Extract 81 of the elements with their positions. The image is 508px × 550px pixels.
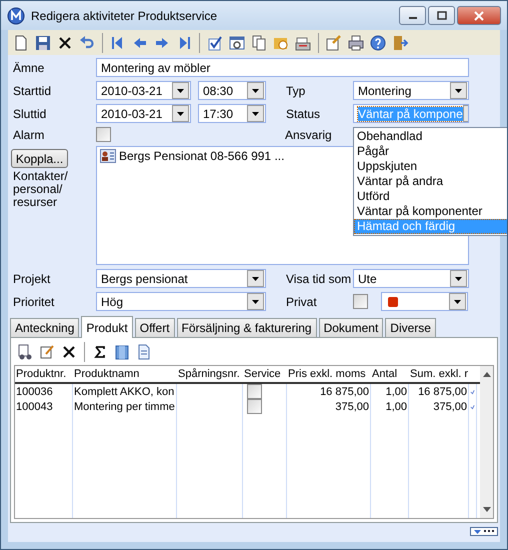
tab[interactable]: Diverse xyxy=(385,318,436,337)
field-label: Starttid xyxy=(13,84,52,98)
exit-door-icon[interactable] xyxy=(391,34,409,52)
project-dropdown[interactable]: Bergs pensionat xyxy=(96,269,266,288)
dropdown-option[interactable]: Obehandlad xyxy=(354,129,507,144)
table-cell: Montering per timme xyxy=(73,399,177,414)
tab[interactable]: Dokument xyxy=(318,318,384,337)
expand-more-icon[interactable] xyxy=(470,526,498,536)
column-header[interactable]: Service xyxy=(243,368,287,380)
column-header[interactable]: Pris exkl. moms xyxy=(287,368,371,380)
window-title: Redigera aktiviteter Produktservice xyxy=(31,8,218,22)
table-cell: Komplett AKKO, kon xyxy=(73,384,177,399)
copy-icon[interactable] xyxy=(250,34,268,52)
field-label: Typ xyxy=(286,84,306,98)
maximize-icon xyxy=(436,10,448,20)
table-cell: 375,00 xyxy=(409,399,469,414)
show-time-as-dropdown[interactable]: Ute xyxy=(353,269,469,288)
field-label: Ansvarig xyxy=(285,128,333,142)
contact-card-icon xyxy=(100,149,116,163)
maximize-button[interactable] xyxy=(428,6,455,25)
service-checkbox[interactable] xyxy=(247,384,262,399)
column-header[interactable]: Produktnamn xyxy=(73,368,177,380)
priority-dropdown[interactable]: Hög xyxy=(96,292,266,311)
checkmark-icon[interactable] xyxy=(206,34,224,52)
contact-item[interactable]: Bergs Pensionat 08-566 991 ... xyxy=(119,149,284,163)
binder-icon[interactable] xyxy=(113,343,131,361)
close-icon xyxy=(473,10,485,20)
column-header[interactable]: Spårningsnr. xyxy=(177,368,243,380)
field-label: Status xyxy=(286,106,322,120)
scroll-up-icon[interactable] xyxy=(482,372,490,377)
category-color-dropdown[interactable] xyxy=(381,292,468,311)
field-label: Projekt xyxy=(13,272,52,286)
table-cell: 100043 xyxy=(15,399,73,414)
column-header[interactable]: Produktnr. xyxy=(15,368,73,380)
end-date-field[interactable]: 2010-03-21 xyxy=(96,104,191,123)
dropdown-option[interactable]: Väntar på andra xyxy=(354,174,507,189)
field-label: Sluttid xyxy=(13,106,48,120)
minimize-button[interactable] xyxy=(399,6,426,25)
table-cell: 1,00 xyxy=(371,384,409,399)
column-header[interactable]: Sum. exkl. r xyxy=(409,368,469,380)
calendar-search-icon[interactable] xyxy=(228,34,246,52)
start-time-field[interactable]: 08:30 xyxy=(198,81,266,100)
field-label: Privat xyxy=(286,294,318,308)
field-label: Alarm xyxy=(13,128,46,142)
private-checkbox[interactable] xyxy=(353,294,368,309)
close-button[interactable] xyxy=(457,6,501,25)
scrollbar[interactable] xyxy=(480,366,493,518)
checkmark-icon xyxy=(470,388,475,394)
table-cell: 16 875,00 xyxy=(287,384,371,399)
help-icon[interactable] xyxy=(369,34,387,52)
dropdown-option[interactable]: Väntar på komponenter xyxy=(354,204,507,219)
service-checkbox[interactable] xyxy=(247,399,262,414)
dropdown-option[interactable]: Pågår xyxy=(354,144,507,159)
properties-icon[interactable] xyxy=(325,34,343,52)
tab[interactable]: Produkt xyxy=(81,316,133,338)
end-time-field[interactable]: 17:30 xyxy=(198,104,266,123)
field-label: Kontakter/ personal/ resurser xyxy=(13,170,69,209)
app-logo-icon xyxy=(7,6,25,24)
field-label: Ämne xyxy=(13,60,46,74)
edit-icon[interactable] xyxy=(38,343,56,361)
scroll-down-icon[interactable] xyxy=(482,507,490,512)
checkmark-icon xyxy=(470,404,475,410)
connect-button[interactable]: Koppla... xyxy=(11,149,68,168)
subject-field[interactable]: Montering av möbler xyxy=(96,58,469,77)
start-date-field[interactable]: 2010-03-21 xyxy=(96,81,191,100)
tab[interactable]: Anteckning xyxy=(10,318,80,337)
alarm-checkbox[interactable] xyxy=(96,127,111,142)
save-icon[interactable] xyxy=(34,34,52,52)
field-label: Visa tid som xyxy=(286,272,352,286)
column-header[interactable]: Antal xyxy=(371,368,409,380)
table-cell: 16 875,00 xyxy=(409,384,469,399)
dropdown-option[interactable]: Utförd xyxy=(354,189,507,204)
tab[interactable]: Offert xyxy=(134,318,175,337)
dropdown-option[interactable]: Uppskjuten xyxy=(354,159,507,174)
printer-icon[interactable] xyxy=(347,34,365,52)
table-cell: 375,00 xyxy=(287,399,371,414)
table-cell: 100036 xyxy=(15,384,73,399)
field-label: Prioritet xyxy=(13,294,56,308)
tab[interactable]: Försäljning & fakturering xyxy=(176,318,317,337)
type-dropdown[interactable]: Montering xyxy=(353,81,469,100)
table-cell: 1,00 xyxy=(371,399,409,414)
